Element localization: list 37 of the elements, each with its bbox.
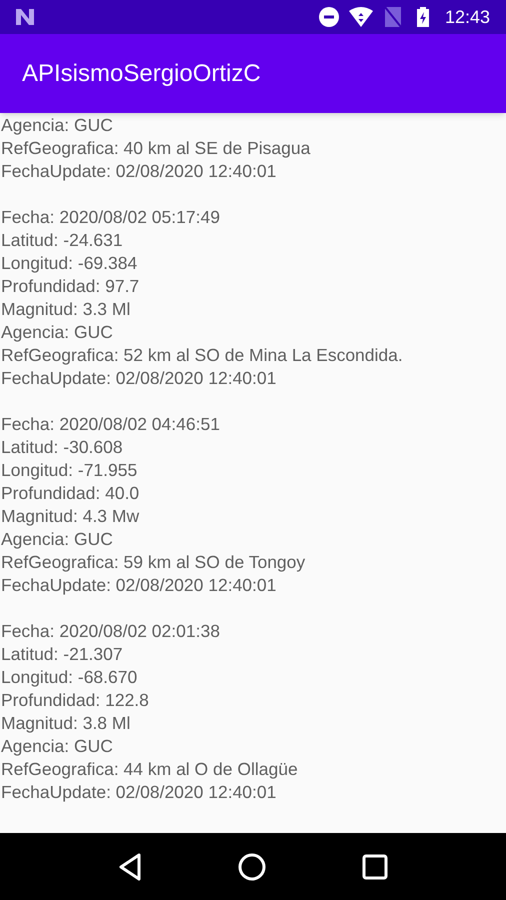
record-line: Profundidad: 122.8 xyxy=(0,689,150,712)
back-icon[interactable] xyxy=(118,852,142,880)
record-line: FechaUpdate: 02/08/2020 12:40:01 xyxy=(0,574,278,597)
no-sim-icon xyxy=(384,7,401,27)
record-line: Profundidad: 97.7 xyxy=(0,275,140,298)
record-line: Latitud: -21.307 xyxy=(0,643,124,666)
battery-icon xyxy=(416,7,429,27)
app-title: APIsismoSergioOrtizC xyxy=(22,58,261,88)
record-line: Fecha: 2020/08/02 04:46:51 xyxy=(0,413,221,436)
record-line: RefGeografica: 59 km al SO de Tongoy xyxy=(0,551,306,574)
wifi-icon xyxy=(348,7,373,27)
record-line: RefGeografica: 52 km al SO de Mina La Escondida. xyxy=(0,344,404,367)
record-line: Agencia: GUC xyxy=(0,528,114,551)
record-line: Longitud: -68.670 xyxy=(0,666,138,689)
status-time: 12:43 xyxy=(444,6,490,28)
record-line: Latitud: -24.631 xyxy=(0,229,124,252)
record-line: Longitud: -69.384 xyxy=(0,252,138,275)
record-line: RefGeografica: 40 km al SE de Pisagua xyxy=(0,137,312,160)
record-line: Longitud: -71.955 xyxy=(0,459,138,482)
record-line: Fecha: 2020/08/02 02:01:38 xyxy=(0,620,221,643)
record-line: Agencia: GUC xyxy=(0,321,114,344)
notification-icon xyxy=(16,9,34,25)
do-not-disturb-icon xyxy=(318,7,339,27)
record-line: Magnitud: 3.3 Ml xyxy=(0,298,132,321)
record-line: Profundidad: 40.0 xyxy=(0,482,140,505)
recents-icon[interactable] xyxy=(362,854,388,880)
record-line: FechaUpdate: 02/08/2020 12:40:01 xyxy=(0,367,278,390)
record-line: Magnitud: 3.8 Ml xyxy=(0,712,132,735)
record-line: Magnitud: 4.3 Mw xyxy=(0,505,140,528)
record-line: Latitud: -30.608 xyxy=(0,436,124,459)
record-line: Fecha: 2020/08/02 05:17:49 xyxy=(0,206,221,229)
record-line: FechaUpdate: 02/08/2020 12:40:01 xyxy=(0,781,278,804)
record-line: Agencia: GUC xyxy=(0,114,114,137)
record-line: RefGeografica: 44 km al O de Ollagüe xyxy=(0,758,299,781)
record-line: FechaUpdate: 02/08/2020 12:40:01 xyxy=(0,160,278,183)
record-line: Agencia: GUC xyxy=(0,735,114,758)
home-icon[interactable] xyxy=(238,852,266,880)
